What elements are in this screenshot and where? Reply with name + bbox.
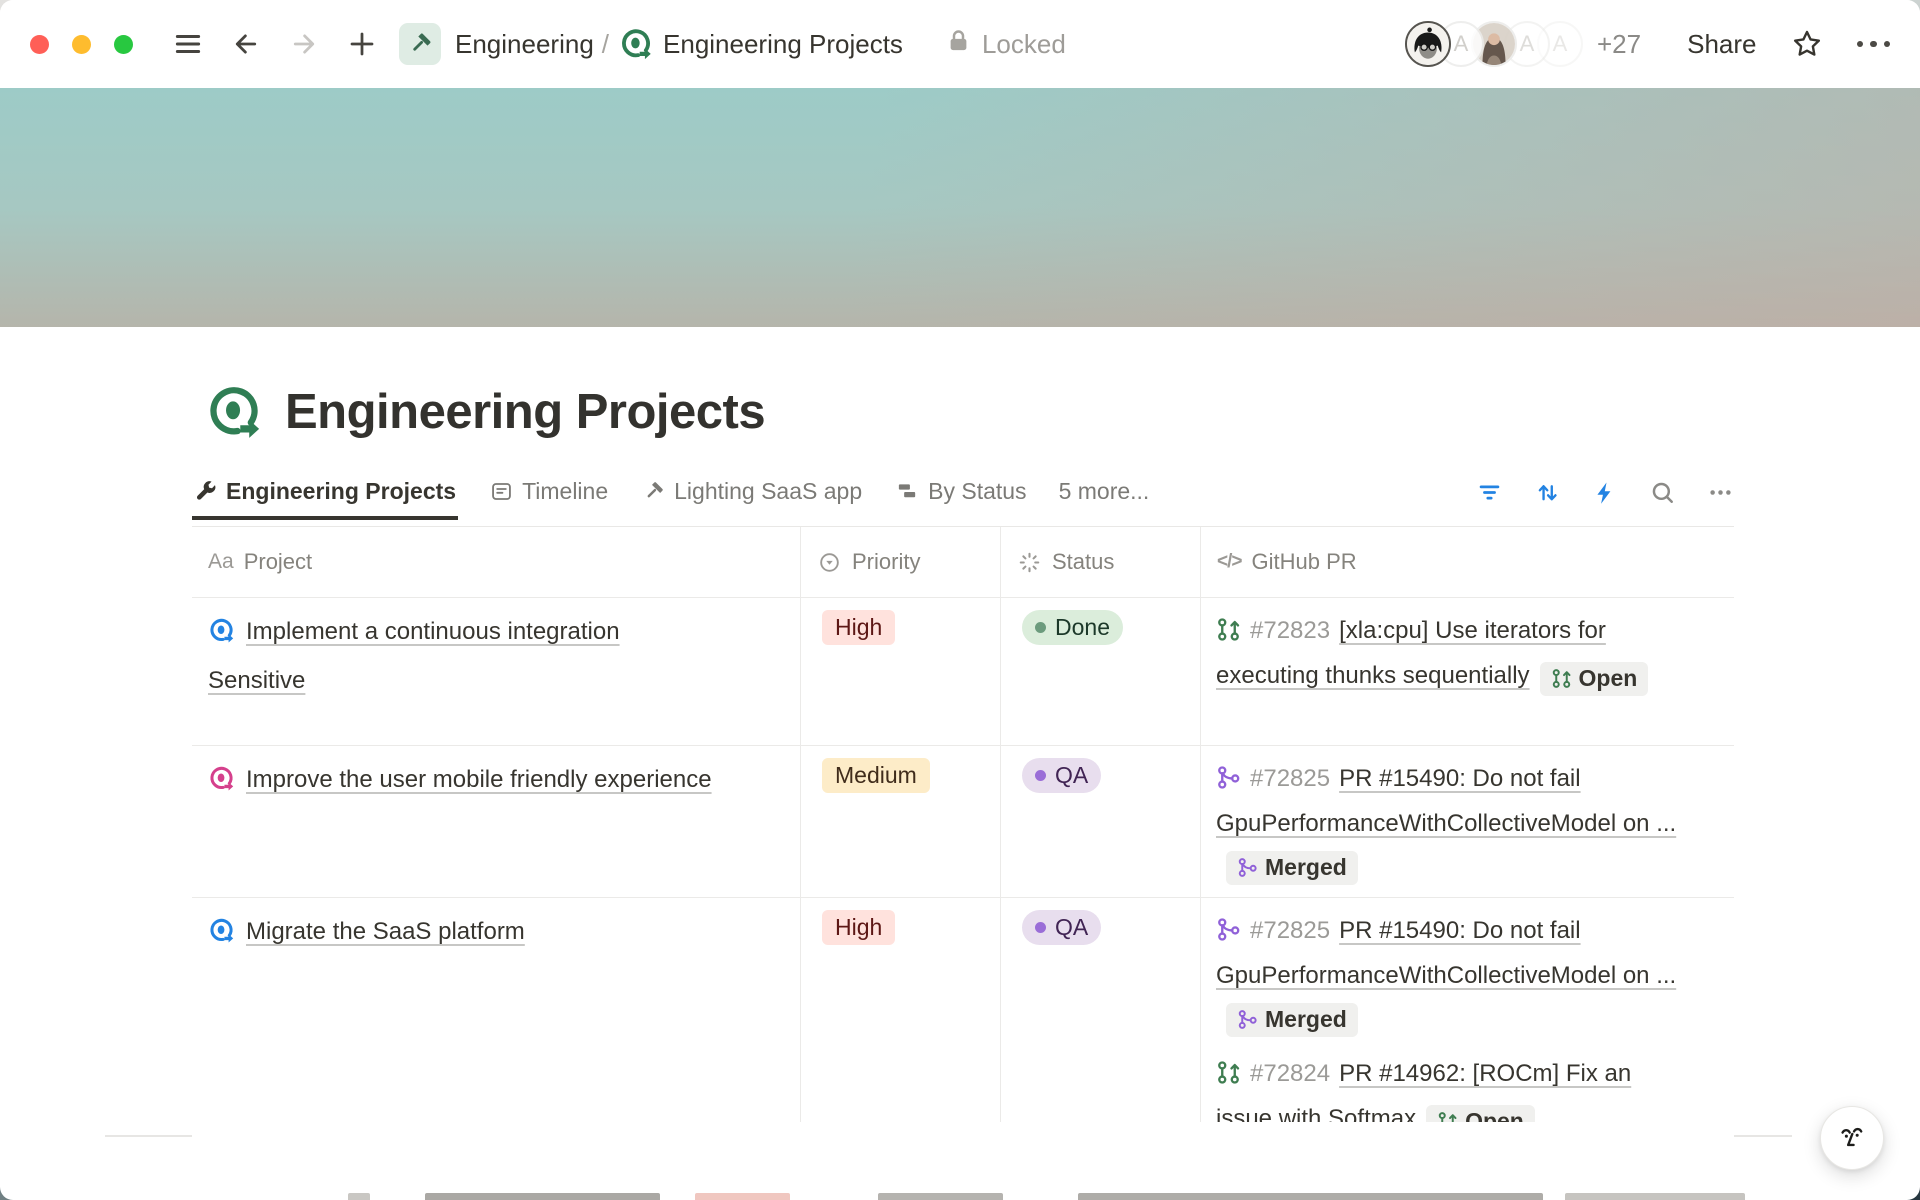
notion-ai-button[interactable] — [1820, 1106, 1884, 1170]
page-cover-gradient — [0, 88, 1920, 327]
code-icon: </> — [1217, 551, 1241, 573]
sort-icon[interactable] — [1534, 479, 1561, 506]
traffic-lights — [30, 35, 133, 54]
desktop-background: Engineering / Engineering Projects Locke… — [0, 0, 1920, 1200]
avatar[interactable] — [1405, 21, 1451, 67]
locked-label: Locked — [982, 29, 1066, 60]
iteration-circle-icon — [619, 27, 653, 61]
pr-state-badge[interactable]: Merged — [1226, 1003, 1358, 1037]
hammer-icon[interactable] — [399, 23, 441, 65]
priority-tag[interactable]: High — [822, 910, 895, 945]
wrench-icon — [194, 480, 217, 503]
table-row: Improve the user mobile friendly experie… — [192, 746, 1734, 898]
pull-request-merged-icon — [1216, 914, 1241, 955]
status-dot — [1035, 770, 1046, 781]
view-tabs-bar: Engineering Projects Timeline Lighting S… — [192, 471, 1734, 527]
clipped-next-row-fragment — [695, 1193, 790, 1200]
page-title[interactable]: Engineering Projects — [285, 384, 765, 440]
pull-request-open-icon — [1437, 1111, 1458, 1122]
pull-request-merged-icon — [1216, 762, 1241, 803]
column-header-github-pr[interactable]: </> GitHub PR — [1200, 527, 1734, 597]
lock-icon — [945, 27, 972, 61]
project-title-link[interactable]: Implement a continuous integration Sensi… — [208, 618, 620, 694]
clipped-next-row-fragment — [1565, 1193, 1745, 1200]
zoom-button[interactable] — [114, 35, 133, 54]
notion-window: Engineering / Engineering Projects Locke… — [0, 0, 1920, 1200]
forward-icon[interactable] — [289, 29, 319, 59]
column-header-priority[interactable]: Priority — [800, 527, 1000, 597]
tab-by-status[interactable]: By Status — [894, 478, 1028, 519]
favorite-star-icon[interactable] — [1791, 28, 1823, 60]
pr-state-badge[interactable]: Open — [1540, 662, 1649, 696]
iteration-circle-icon — [208, 763, 235, 807]
pull-request-open-icon — [1216, 1057, 1241, 1098]
tab-lighting-saas-app[interactable]: Lighting SaaS app — [640, 478, 864, 519]
filter-icon[interactable] — [1476, 479, 1503, 506]
priority-tag[interactable]: Medium — [822, 758, 930, 793]
timeline-icon — [490, 480, 513, 503]
clipped-next-row-fragment — [1078, 1193, 1543, 1200]
breadcrumb: Engineering / Engineering Projects — [399, 23, 903, 65]
pr-state-badge[interactable]: Open — [1426, 1105, 1535, 1123]
window-titlebar: Engineering / Engineering Projects Locke… — [0, 0, 1920, 88]
table-row: Implement a continuous integration Sensi… — [192, 598, 1734, 746]
column-header-project[interactable]: Aa Project — [192, 527, 800, 597]
pr-number: #72823 — [1250, 617, 1330, 644]
breadcrumb-page[interactable]: Engineering Projects — [663, 29, 903, 60]
circle-caret-icon — [817, 550, 842, 575]
lock-status[interactable]: Locked — [945, 27, 1066, 61]
automation-bolt-icon[interactable] — [1592, 480, 1618, 506]
pr-number: #72825 — [1250, 917, 1330, 944]
new-tab-icon[interactable] — [347, 29, 377, 59]
text-type-icon: Aa — [208, 550, 234, 574]
pr-state-badge[interactable]: Merged — [1226, 851, 1358, 885]
row-divider-extension — [105, 1135, 192, 1137]
projects-table: Aa Project Priority Status </> GitHub PR — [192, 527, 1734, 1122]
board-icon — [896, 480, 919, 503]
pr-number: #72825 — [1250, 765, 1330, 792]
sidebar-menu-icon[interactable] — [173, 29, 203, 59]
column-header-status[interactable]: Status — [1000, 527, 1200, 597]
close-button[interactable] — [30, 35, 49, 54]
hammer-icon — [642, 480, 665, 503]
project-title-link[interactable]: Improve the user mobile friendly experie… — [246, 766, 712, 793]
iteration-circle-icon — [208, 615, 235, 659]
ai-face-icon — [1834, 1120, 1870, 1156]
pr-number: #72824 — [1250, 1060, 1330, 1087]
presence-avatars[interactable]: A A A +27 — [1405, 21, 1667, 67]
clipped-next-row-fragment — [878, 1193, 1003, 1200]
table-row: Migrate the SaaS platform High QA #72825… — [192, 898, 1734, 1122]
breadcrumb-separator: / — [602, 29, 609, 60]
minimize-button[interactable] — [72, 35, 91, 54]
clipped-next-row-fragment — [425, 1193, 660, 1200]
avatar-overflow-count[interactable]: +27 — [1597, 29, 1641, 60]
spinner-icon — [1017, 550, 1042, 575]
back-icon[interactable] — [231, 29, 261, 59]
pull-request-merged-icon — [1237, 1009, 1258, 1030]
status-tag[interactable]: QA — [1022, 758, 1101, 793]
tab-engineering-projects[interactable]: Engineering Projects — [192, 478, 458, 519]
project-title-link[interactable]: Migrate the SaaS platform — [246, 918, 525, 945]
tab-timeline[interactable]: Timeline — [488, 478, 610, 519]
clipped-next-row-fragment — [348, 1193, 370, 1200]
view-more-icon[interactable] — [1707, 479, 1734, 506]
table-header-row: Aa Project Priority Status </> GitHub PR — [192, 527, 1734, 598]
share-button[interactable]: Share — [1687, 29, 1756, 60]
status-dot — [1035, 622, 1046, 633]
status-dot — [1035, 922, 1046, 933]
pull-request-merged-icon — [1237, 857, 1258, 878]
status-tag[interactable]: QA — [1022, 910, 1101, 945]
pull-request-open-icon — [1551, 668, 1572, 689]
priority-tag[interactable]: High — [822, 610, 895, 645]
breadcrumb-root[interactable]: Engineering — [455, 29, 594, 60]
iteration-circle-icon — [208, 915, 235, 959]
status-tag[interactable]: Done — [1022, 610, 1123, 645]
search-icon[interactable] — [1649, 479, 1676, 506]
more-options-icon[interactable] — [1857, 41, 1891, 48]
pull-request-open-icon — [1216, 614, 1241, 655]
more-views-button[interactable]: 5 more... — [1059, 478, 1150, 519]
page-icon-iteration-circle[interactable] — [205, 383, 263, 441]
row-divider-extension — [1734, 1135, 1792, 1137]
